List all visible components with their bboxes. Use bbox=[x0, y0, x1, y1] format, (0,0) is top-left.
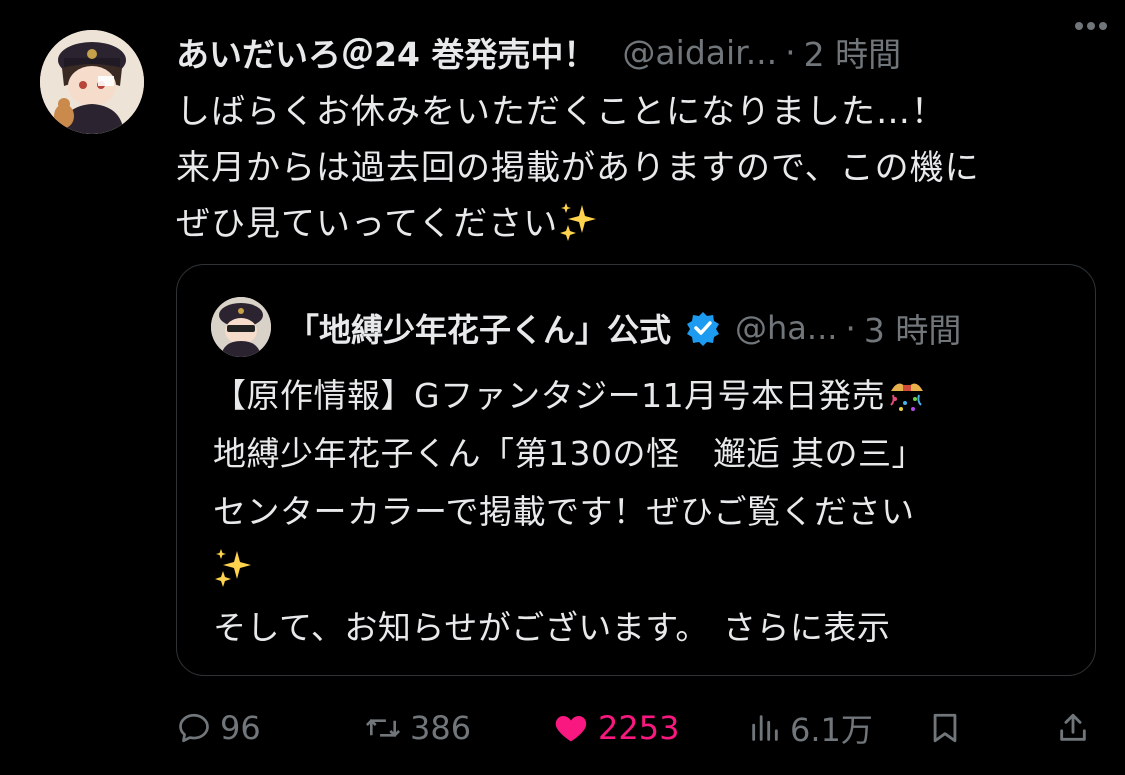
views-count: 6.1万 bbox=[790, 711, 873, 749]
tweet-action-bar: 96 386 2253 6.1万 bbox=[176, 700, 1096, 756]
party-popper-emoji bbox=[890, 383, 924, 411]
quoted-text-line: そして、お知らせがございます。 bbox=[213, 608, 709, 647]
quoted-tweet-text: 【原作情報】Gファンタジー11月号本日発売 地縛少年花子くん「第130の怪 邂逅… bbox=[213, 367, 1073, 657]
repost-button[interactable]: 386 bbox=[364, 700, 471, 756]
more-dots-icon bbox=[1075, 22, 1107, 30]
reply-count: 96 bbox=[220, 709, 261, 747]
quoted-text-line: センターカラーで掲載です！ぜひご覧ください bbox=[213, 492, 915, 531]
author-display-name[interactable]: あいだいろ＠24 巻発売中！ bbox=[176, 28, 596, 76]
separator-dot: · bbox=[785, 32, 796, 72]
tweet-text-line: ぜひ見ていってください bbox=[176, 204, 559, 244]
like-count: 2253 bbox=[598, 709, 680, 747]
more-options-button[interactable] bbox=[1071, 6, 1111, 46]
quoted-text-line: 【原作情報】Gファンタジー11月号本日発売 bbox=[213, 376, 886, 415]
tweet-header: あいだいろ＠24 巻発売中！ @aidair... · 2 時間 bbox=[176, 24, 1105, 80]
quoted-tweet-timestamp[interactable]: 3 時間 bbox=[864, 304, 962, 352]
quoted-text-line: 地縛少年花子くん「第130の怪 邂逅 其の三」 bbox=[213, 434, 925, 473]
repost-icon bbox=[365, 719, 401, 737]
author-handle[interactable]: @aidair... bbox=[622, 33, 777, 72]
quoted-author-avatar[interactable] bbox=[211, 297, 271, 357]
heart-icon bbox=[555, 716, 587, 742]
tweet-timestamp[interactable]: 2 時間 bbox=[804, 28, 902, 76]
quoted-tweet-header: 「地縛少年花子くん」公式 @ha... · 3 時間 bbox=[287, 301, 961, 355]
reply-button[interactable]: 96 bbox=[176, 700, 261, 756]
show-more-link[interactable]: さらに表示 bbox=[723, 608, 891, 647]
quoted-text-last-line: そして、お知らせがございます。 さらに表示 bbox=[213, 599, 1073, 657]
quoted-author-handle[interactable]: @ha... bbox=[735, 309, 837, 347]
bookmark-button[interactable] bbox=[928, 700, 962, 756]
share-button[interactable] bbox=[1056, 700, 1090, 756]
quoted-author-display-name[interactable]: 「地縛少年花子くん」公式 bbox=[287, 305, 671, 351]
quoted-text-line-with-emoji bbox=[213, 541, 1073, 599]
author-avatar[interactable] bbox=[40, 30, 144, 134]
tweet-text: しばらくお休みをいただくことになりました…！ 来月からは過去回の掲載がありますの… bbox=[176, 84, 1106, 252]
tweet-text-line: 来月からは過去回の掲載がありますので、この機に bbox=[176, 148, 980, 188]
share-icon bbox=[1060, 713, 1086, 741]
repost-count: 386 bbox=[410, 709, 472, 747]
quoted-text-line-with-emoji: 【原作情報】Gファンタジー11月号本日発売 bbox=[213, 367, 1073, 425]
separator-dot: · bbox=[845, 308, 856, 348]
tweet-text-line: しばらくお休みをいただくことになりました…！ bbox=[176, 92, 946, 132]
quoted-tweet-card[interactable]: 「地縛少年花子くん」公式 @ha... · 3 時間 【原作情報】Gファンタジー… bbox=[176, 264, 1096, 676]
reply-icon bbox=[179, 713, 209, 743]
bookmark-icon bbox=[933, 713, 957, 743]
views-button[interactable]: 6.1万 bbox=[748, 700, 873, 756]
verified-badge-icon bbox=[687, 312, 720, 346]
like-button[interactable]: 2253 bbox=[552, 700, 679, 756]
sparkles-emoji bbox=[215, 549, 251, 587]
tweet-text-line-with-emoji: ぜひ見ていってください bbox=[176, 196, 1106, 252]
views-icon bbox=[752, 715, 778, 741]
sparkles-emoji bbox=[560, 203, 597, 241]
